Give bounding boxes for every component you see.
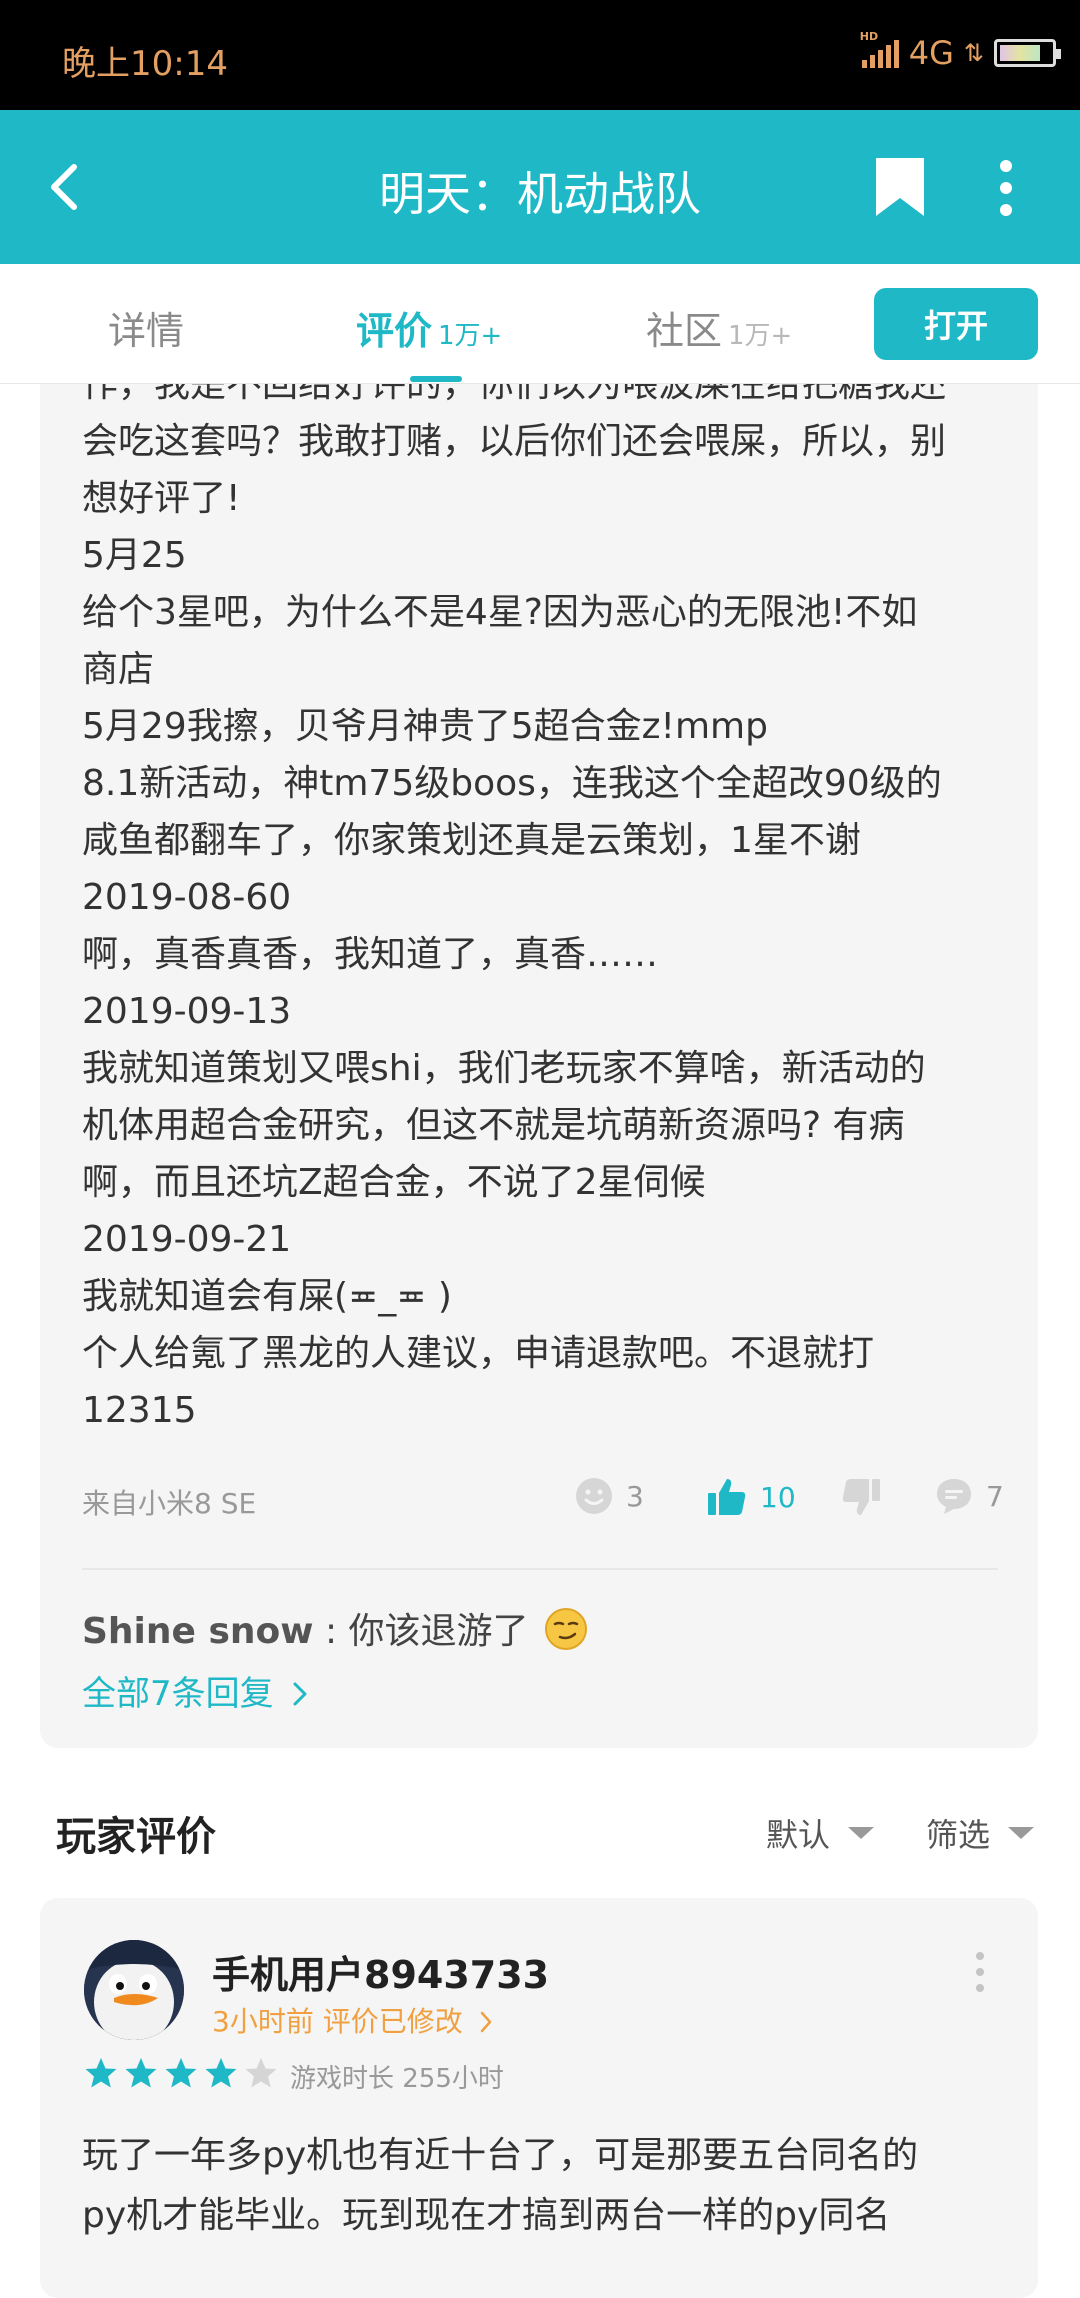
reply-preview[interactable]: Shine snow : 你该退游了 <box>82 1602 588 1654</box>
like-button[interactable]: 10 <box>706 1476 796 1518</box>
review-body: 作，我是不回给好评的，你们以为喂波屎在给把糖我还会吃这套吗？我敢打赌，以后你们还… <box>82 384 1012 1439</box>
star-filled-icon <box>165 2058 197 2088</box>
dislike-button[interactable] <box>840 1476 882 1518</box>
network-type: 4G <box>908 34 954 72</box>
like-count: 10 <box>760 1480 796 1514</box>
review-card[interactable]: 作，我是不回给好评的，你们以为喂波屎在给把糖我还会吃这套吗？我敢打赌，以后你们还… <box>40 384 1038 1748</box>
tab-label: 评价 <box>356 309 433 353</box>
review-card[interactable]: 手机用户8943733 3小时前 评价已修改 游戏时长 255小时 玩了一年多p… <box>40 1898 1038 2298</box>
comment-button[interactable]: 7 <box>934 1476 1004 1516</box>
funny-count: 3 <box>626 1479 644 1513</box>
review-line: 机体用超合金研究，但这不就是坑萌新资源吗? 有病 <box>82 1105 905 1146</box>
review-meta: 来自小米8 SE 3 10 7 <box>82 1476 1004 1526</box>
smiley-icon <box>576 1478 612 1514</box>
section-title: 玩家评价 <box>56 1814 216 1860</box>
filter-value: 筛选 <box>926 1816 991 1854</box>
battery-icon <box>994 39 1061 67</box>
star-filled-icon <box>125 2058 157 2088</box>
filter-dropdown[interactable]: 筛选 <box>926 1810 1035 1856</box>
open-app-button[interactable]: 打开 <box>874 288 1038 360</box>
tab-count: 1万+ <box>728 321 793 351</box>
reply-username[interactable]: Shine snow <box>82 1611 314 1652</box>
divider <box>82 1568 998 1570</box>
bookmark-button[interactable] <box>872 156 928 220</box>
reply-count: 7 <box>986 1479 1004 1513</box>
review-line: 5月29我擦，贝爷月神贵了5超合金z!mmp <box>82 706 768 747</box>
review-username[interactable]: 手机用户8943733 <box>212 1944 549 1999</box>
review-line: 2019-09-21 <box>82 1219 292 1260</box>
tab-details[interactable]: 详情 <box>108 300 184 355</box>
status-indicators: HD 4G ⇅ <box>860 30 1061 72</box>
review-line: 商店 <box>82 649 155 690</box>
thumbs-up-icon <box>708 1479 746 1515</box>
app-bar: 明天：机动战队 <box>0 110 1080 264</box>
sort-dropdown[interactable]: 默认 <box>766 1810 875 1856</box>
review-line: 啊，真香真香，我知道了，真香…… <box>82 934 659 975</box>
review-menu-button[interactable] <box>970 1950 990 1994</box>
review-line: 我就知道策划又喂shi，我们老玩家不算啥，新活动的 <box>82 1048 926 1089</box>
chevron-right-icon <box>293 1682 307 1706</box>
thumbs-down-icon <box>842 1479 880 1515</box>
rating-stars <box>84 2056 278 2090</box>
status-bar: 晚上10:14 HD 4G ⇅ <box>0 0 1080 110</box>
review-line: 想好评了! <box>82 478 241 519</box>
review-line: 2019-08-60 <box>82 877 292 918</box>
star-filled-icon <box>205 2058 237 2088</box>
hd-badge: HD <box>859 30 879 43</box>
review-line: 5月25 <box>82 535 187 576</box>
chevron-right-icon <box>480 2011 491 2033</box>
star-filled-icon <box>85 2058 117 2088</box>
tab-label: 详情 <box>108 309 185 353</box>
data-arrows-icon: ⇅ <box>963 39 984 67</box>
status-time: 晚上10:14 <box>62 44 228 84</box>
review-line: 个人给氪了黑龙的人建议，申请退款吧。不退就打 <box>82 1333 875 1374</box>
review-line: 咸鱼都翻车了，你家策划还真是云策划，1星不谢 <box>82 820 861 861</box>
avatar[interactable] <box>84 1940 184 2040</box>
reply-text: 你该退游了 <box>348 1611 529 1652</box>
review-body: 玩了一年多py机也有近十台了，可是那要五台同名的 py机才能毕业。玩到现在才搞到两… <box>82 2126 1012 2246</box>
tab-indicator <box>410 376 462 382</box>
reply-separator: : <box>313 1611 349 1652</box>
more-vertical-icon <box>1000 160 1012 216</box>
signal-icon: HD <box>860 30 899 68</box>
funny-button[interactable]: 3 <box>574 1476 644 1516</box>
player-reviews-header: 玩家评价 默认 筛选 <box>0 1790 1080 1880</box>
tab-community[interactable]: 社区 1万+ <box>646 300 792 355</box>
review-line: 给个3星吧，为什么不是4星?因为恶心的无限池!不如 <box>82 592 918 633</box>
smirk-emoji-icon <box>545 1608 588 1650</box>
review-line: 啊，而且还坑Z超合金，不说了2星伺候 <box>82 1162 706 1203</box>
tab-reviews[interactable]: 评价 1万+ <box>356 300 502 355</box>
review-line: 8.1新活动，神tm75级boos，连我这个全超改90级的 <box>82 763 942 804</box>
device-label: 来自小米8 SE <box>82 1487 257 1520</box>
review-line: py机才能毕业。玩到现在才搞到两台一样的py同名 <box>82 2195 891 2236</box>
bookmark-icon <box>876 158 924 216</box>
review-edited-time[interactable]: 3小时前 评价已修改 <box>212 2000 494 2040</box>
tab-bar: 详情 评价 1万+ 社区 1万+ 打开 <box>0 264 1080 384</box>
comment-icon <box>937 1479 971 1514</box>
tab-label: 社区 <box>646 309 723 353</box>
review-line: 会吃这套吗？我敢打赌，以后你们还会喂屎，所以，别 <box>82 421 947 462</box>
review-line: 玩了一年多py机也有近十台了，可是那要五台同名的 <box>82 2135 919 2176</box>
sort-value: 默认 <box>766 1816 831 1854</box>
tab-count: 1万+ <box>438 321 503 351</box>
penguin-avatar-icon <box>84 1940 184 2040</box>
all-replies-label: 全部7条回复 <box>82 1674 274 1714</box>
review-line: 2019-09-13 <box>82 991 292 1032</box>
playtime: 游戏时长 255小时 <box>290 2064 504 2094</box>
more-vertical-icon <box>976 1952 984 1992</box>
caret-down-icon <box>848 1827 875 1839</box>
caret-down-icon <box>1008 1827 1035 1839</box>
review-line: 12315 <box>82 1390 197 1431</box>
more-options-button[interactable] <box>990 156 1022 220</box>
time-text: 3小时前 评价已修改 <box>212 2005 463 2038</box>
all-replies-link[interactable]: 全部7条回复 <box>82 1666 310 1715</box>
review-line: 我就知道会有屎(≖_≖ ) <box>82 1276 452 1317</box>
review-line: 作，我是不回给好评的，你们以为喂波屎在给把糖我还 <box>82 384 947 405</box>
star-empty-icon <box>245 2058 277 2088</box>
